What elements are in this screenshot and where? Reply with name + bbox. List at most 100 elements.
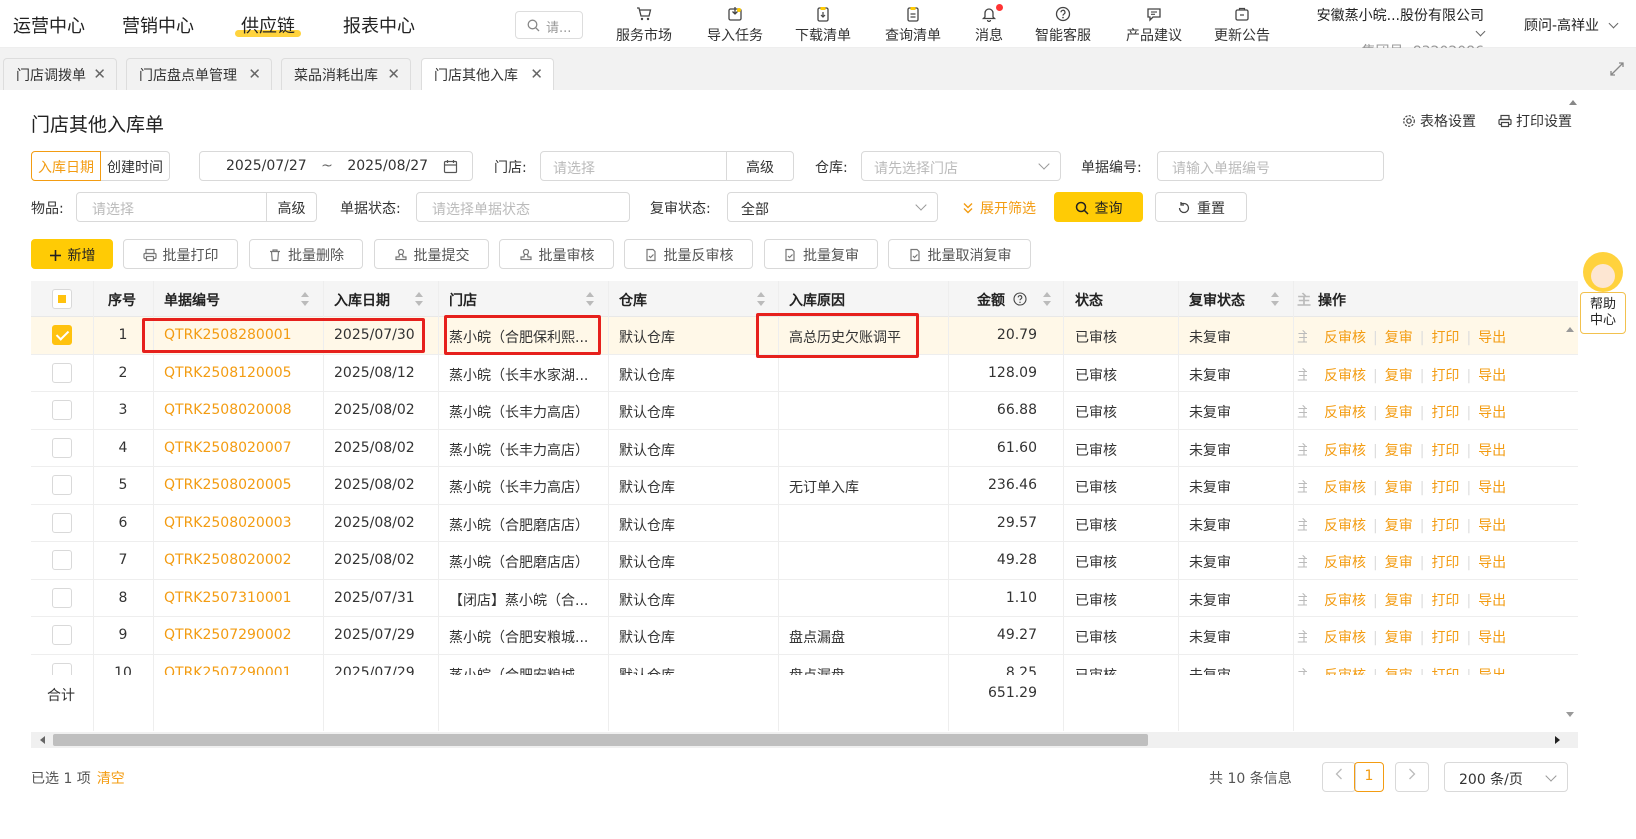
print-link[interactable]: 打印 — [1431, 330, 1459, 346]
table-row[interactable]: 7 QTRK2508020002 2025/08/02 蒸小皖（合肥磨店店） 默认仓库 4… — [31, 542, 1578, 580]
sort-icon[interactable] — [586, 292, 594, 306]
reset-button[interactable]: 重置 — [1155, 192, 1247, 222]
batch-delete-button[interactable]: 批量删除 — [249, 239, 363, 269]
export-link[interactable]: 导出 — [1478, 368, 1506, 384]
tool-smart-service[interactable]: 智能客服 — [1031, 6, 1095, 45]
recheck-link[interactable]: 复审 — [1385, 330, 1413, 346]
recheck-link[interactable]: 复审 — [1385, 443, 1413, 459]
col-doc-no[interactable]: 单据编号 — [164, 281, 220, 317]
menu-reports[interactable]: 报表中心 — [343, 12, 415, 38]
recheck-link[interactable]: 复审 — [1385, 630, 1413, 646]
page-scrollbar[interactable] — [1567, 94, 1579, 839]
export-link[interactable]: 导出 — [1478, 405, 1506, 421]
unaudit-link[interactable]: 反审核 — [1324, 555, 1366, 571]
print-link[interactable]: 打印 — [1431, 480, 1459, 496]
table-row[interactable]: 2 QTRK2508120005 2025/08/12 蒸小皖（长丰水家湖... 默认仓… — [31, 354, 1578, 392]
query-button[interactable]: 查询 — [1054, 192, 1143, 222]
date-type-created[interactable]: 创建时间 — [101, 151, 170, 181]
table-row[interactable]: 8 QTRK2507310001 2025/07/31 【闭店】蒸小皖（合... 默认仓… — [31, 579, 1578, 617]
export-link[interactable]: 导出 — [1478, 593, 1506, 609]
col-recheck-status[interactable]: 复审状态 — [1189, 281, 1245, 317]
table-row[interactable]: 4 QTRK2508020007 2025/08/02 蒸小皖（长丰力高店） 默认仓库 6… — [31, 429, 1578, 467]
user-menu[interactable]: 顾问-高祥业 — [1524, 15, 1618, 35]
warehouse-select[interactable]: 请先选择门店 — [861, 151, 1061, 181]
tabs-collapse-button[interactable] — [1586, 48, 1636, 90]
cell-doc-no-link[interactable]: QTRK2508020005 — [164, 467, 324, 504]
horizontal-scrollbar[interactable] — [31, 732, 1578, 748]
unaudit-link[interactable]: 反审核 — [1324, 405, 1366, 421]
recheck-link[interactable]: 复审 — [1385, 518, 1413, 534]
help-circle-icon[interactable] — [1013, 292, 1027, 306]
sort-icon[interactable] — [415, 292, 423, 306]
row-checkbox[interactable] — [52, 437, 72, 458]
page-1-button[interactable]: 1 — [1354, 762, 1384, 792]
table-row[interactable]: 5 QTRK2508020005 2025/08/02 蒸小皖（长丰力高店） 默认仓库 无… — [31, 467, 1578, 505]
store-advanced-button[interactable]: 高级 — [726, 151, 794, 181]
close-icon[interactable]: ✕ — [93, 65, 106, 83]
col-warehouse[interactable]: 仓库 — [619, 281, 647, 317]
recheck-status-select[interactable]: 全部 — [727, 192, 938, 222]
print-link[interactable]: 打印 — [1431, 555, 1459, 571]
row-checkbox[interactable] — [52, 550, 72, 570]
tab-store-transfer[interactable]: 门店调拨单 ✕ — [3, 58, 117, 90]
date-type-inbound[interactable]: 入库日期 — [31, 151, 101, 181]
prev-page-button[interactable] — [1322, 762, 1356, 792]
row-checkbox[interactable] — [52, 587, 72, 608]
help-center-widget[interactable]: 帮助 中心 — [1580, 250, 1626, 335]
scroll-up-icon[interactable] — [1568, 98, 1578, 106]
print-settings-button[interactable]: 打印设置 — [1498, 111, 1572, 131]
doc-no-input[interactable]: 请输入单据编号 — [1157, 151, 1384, 181]
sort-icon[interactable] — [1043, 292, 1051, 306]
row-checkbox[interactable] — [52, 625, 72, 645]
store-select[interactable]: 请选择 — [540, 151, 727, 181]
batch-print-button[interactable]: 批量打印 — [123, 239, 238, 269]
batch-unaudit-button[interactable]: 批量反审核 — [624, 239, 753, 269]
print-link[interactable]: 打印 — [1431, 630, 1459, 646]
select-all-checkbox[interactable] — [52, 289, 72, 309]
tool-messages[interactable]: 消息 — [973, 4, 1005, 45]
export-link[interactable]: 导出 — [1478, 555, 1506, 571]
item-advanced-button[interactable]: 高级 — [266, 192, 317, 222]
next-page-button[interactable] — [1395, 762, 1429, 792]
cell-doc-no-link[interactable]: QTRK2508020003 — [164, 505, 324, 542]
cell-doc-no-link[interactable]: QTRK2508020007 — [164, 430, 324, 467]
tab-dish-consumption[interactable]: 菜品消耗出库 ✕ — [281, 58, 411, 90]
table-row[interactable]: 9 QTRK2507290002 2025/07/29 蒸小皖（合肥安粮城... 默认仓… — [31, 617, 1578, 655]
close-icon[interactable]: ✕ — [248, 65, 261, 83]
row-checkbox[interactable] — [52, 362, 72, 383]
export-link[interactable]: 导出 — [1478, 330, 1506, 346]
unaudit-link[interactable]: 反审核 — [1324, 630, 1366, 646]
recheck-link[interactable]: 复审 — [1385, 593, 1413, 609]
batch-audit-button[interactable]: 批量审核 — [499, 239, 614, 269]
unaudit-link[interactable]: 反审核 — [1324, 480, 1366, 496]
menu-marketing[interactable]: 营销中心 — [122, 12, 194, 38]
scroll-right-icon[interactable] — [1554, 735, 1562, 745]
table-settings-button[interactable]: 表格设置 — [1402, 111, 1476, 131]
tab-stocktake[interactable]: 门店盘点单管理 ✕ — [126, 58, 272, 90]
cell-doc-no-link[interactable]: QTRK2508020008 — [164, 392, 324, 429]
cell-doc-no-link[interactable]: QTRK2507290002 — [164, 617, 324, 654]
print-link[interactable]: 打印 — [1431, 405, 1459, 421]
export-link[interactable]: 导出 — [1478, 630, 1506, 646]
sort-icon[interactable] — [1271, 292, 1279, 306]
global-search-input[interactable]: 请... — [515, 11, 583, 39]
batch-submit-button[interactable]: 批量提交 — [374, 239, 489, 269]
table-row[interactable]: 6 QTRK2508020003 2025/08/02 蒸小皖（合肥磨店店） 默认仓库 2… — [31, 504, 1578, 542]
print-link[interactable]: 打印 — [1431, 518, 1459, 534]
scroll-thumb[interactable] — [53, 734, 1148, 746]
scroll-left-icon[interactable] — [38, 735, 46, 745]
col-inbound-date[interactable]: 入库日期 — [334, 281, 390, 317]
tool-product-suggestion[interactable]: 产品建议 — [1122, 6, 1186, 45]
recheck-link[interactable]: 复审 — [1385, 555, 1413, 571]
menu-supply-chain[interactable]: 供应链 — [235, 12, 301, 38]
page-size-select[interactable]: 200 条/页 — [1444, 762, 1568, 792]
row-checkbox[interactable] — [52, 325, 72, 345]
row-checkbox[interactable] — [52, 400, 72, 420]
date-range-picker[interactable]: 2025/07/27 ~ 2025/08/27 — [199, 151, 473, 181]
cell-doc-no-link[interactable]: QTRK2508020002 — [164, 542, 324, 579]
expand-filters-button[interactable]: 展开筛选 — [962, 198, 1036, 218]
sort-icon[interactable] — [757, 292, 765, 306]
export-link[interactable]: 导出 — [1478, 518, 1506, 534]
close-icon[interactable]: ✕ — [530, 65, 543, 83]
print-link[interactable]: 打印 — [1431, 593, 1459, 609]
